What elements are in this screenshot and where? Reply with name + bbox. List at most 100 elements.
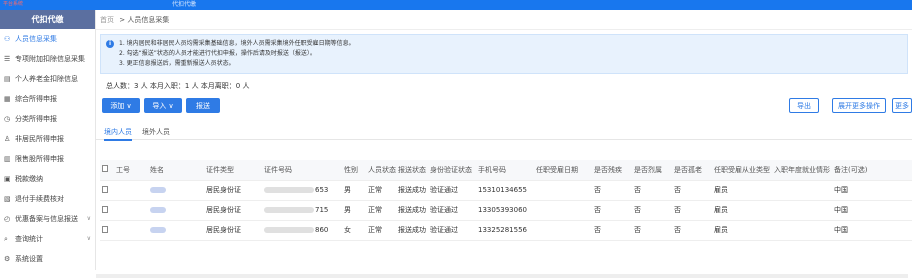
cell-phone: 15310134655 [476, 180, 534, 201]
sidebar-item-personnel[interactable]: ⚇ 人员信息采集 [0, 29, 95, 49]
more-ops-button[interactable]: 展开更多操作 [832, 98, 886, 113]
sidebar-item-comprehensive[interactable]: ▦ 综合所得申报 [0, 89, 95, 109]
cell-name[interactable] [148, 200, 204, 221]
cell-id-number: 653 [262, 180, 342, 201]
cell-employment [772, 220, 832, 241]
cell-disabled: 否 [592, 180, 632, 201]
export-button[interactable]: 导出 [789, 98, 819, 113]
horizontal-scrollbar[interactable] [96, 274, 908, 278]
cell-note: 中国 [832, 220, 912, 241]
person-icon: ⚇ [4, 35, 11, 43]
personnel-table: 工号 姓名 证件类型 证件号码 性别 人员状态 报送状态 身份验证状态 手机号码… [100, 160, 912, 241]
column-header[interactable]: 备注(可选) [832, 160, 912, 181]
cell-type: 雇员 [712, 180, 772, 201]
info-icon: i [106, 40, 114, 48]
list-icon: ☰ [4, 55, 11, 63]
redacted-id [264, 187, 314, 193]
notice-lines: 1. 境内居民和非居民人员均需采集基础信息，境外人员需采集境外任职受雇日期等信息… [119, 39, 355, 69]
table-row[interactable]: 居民身份证 653 男 正常 报送成功 验证通过 15310134655 否 否… [100, 180, 912, 201]
column-header[interactable]: 是否残疾 [592, 160, 632, 181]
row-checkbox[interactable] [100, 220, 114, 241]
sidebar-item-special-deduction[interactable]: ☰ 专项附加扣除信息采集 [0, 49, 95, 69]
cell-state: 正常 [366, 200, 396, 221]
select-all-checkbox[interactable] [100, 160, 114, 181]
cell-report: 报送成功 [396, 220, 428, 241]
cell-name[interactable] [148, 180, 204, 201]
app-logo: 平台系统 [3, 1, 24, 7]
column-header[interactable]: 姓名 [148, 160, 204, 181]
column-header[interactable]: 任职受雇日期 [534, 160, 592, 181]
column-header[interactable]: 人员状态 [366, 160, 396, 181]
top-bar: 平台系统 代扣代缴 [0, 0, 912, 10]
cell-hire-date [534, 180, 592, 201]
cell-id-type: 居民身份证 [204, 220, 262, 241]
cell-disabled: 否 [592, 200, 632, 221]
sidebar-header: 代扣代缴 [0, 10, 95, 29]
column-header[interactable]: 是否孤老 [672, 160, 712, 181]
redacted-name [150, 207, 166, 213]
column-header[interactable]: 入职年度就业情形 [772, 160, 832, 181]
cell-gender: 男 [342, 200, 366, 221]
column-header[interactable]: 手机号码 [476, 160, 534, 181]
sidebar-item-pension[interactable]: ▤ 个人养老金扣除信息 [0, 69, 95, 89]
cell-employee-no [114, 180, 148, 201]
column-header[interactable]: 工号 [114, 160, 148, 181]
column-header[interactable]: 报送状态 [396, 160, 428, 181]
tab-foreign[interactable]: 境外人员 [142, 126, 170, 138]
doc-icon: ▤ [4, 75, 11, 83]
notice-line: 3. 更正信息报送后，需重新报送人员状态。 [119, 60, 235, 67]
cell-gender: 女 [342, 220, 366, 241]
cell-report: 报送成功 [396, 180, 428, 201]
row-checkbox[interactable] [100, 180, 114, 201]
sidebar-item-nonresident[interactable]: ♙ 非居民所得申报 [0, 129, 95, 149]
list2-icon: ▧ [4, 195, 11, 203]
notice-line: 1. 境内居民和非居民人员均需采集基础信息，境外人员需采集境外任职受雇日期等信息… [119, 40, 355, 47]
sidebar-nav: ⚇ 人员信息采集 ☰ 专项附加扣除信息采集 ▤ 个人养老金扣除信息 ▦ 综合所得申报 ◷… [0, 29, 95, 269]
add-button[interactable]: 添加 ∨ [102, 98, 140, 113]
cell-state: 正常 [366, 180, 396, 201]
cell-phone: 13325281556 [476, 220, 534, 241]
cell-name[interactable] [148, 220, 204, 241]
column-header[interactable]: 证件号码 [262, 160, 342, 181]
cell-hire-date [534, 220, 592, 241]
sidebar-item-classified[interactable]: ◷ 分类所得申报 [0, 109, 95, 129]
sidebar-item-settings[interactable]: ⚙ 系统设置 [0, 249, 95, 269]
breadcrumb-separator: > [119, 16, 126, 24]
cell-id-number: 715 [262, 200, 342, 221]
redacted-id [264, 207, 314, 213]
cell-type: 雇员 [712, 220, 772, 241]
column-header[interactable]: 任职受雇从业类型 [712, 160, 772, 181]
main-content: 首页 > 人员信息采集 i 1. 境内居民和非居民人员均需采集基础信息，境外人员… [96, 10, 912, 278]
sidebar-item-restricted-stock[interactable]: ▥ 限售股所得申报 [0, 149, 95, 169]
chevron-down-icon: ∨ [86, 215, 91, 222]
column-header[interactable]: 性别 [342, 160, 366, 181]
table-row[interactable]: 居民身份证 715 男 正常 报送成功 验证通过 13305393060 否 否… [100, 200, 912, 221]
sidebar-item-refund[interactable]: ▧ 退付手续费核对 [0, 189, 95, 209]
form-icon: ▦ [4, 95, 11, 103]
redacted-name [150, 187, 166, 193]
column-header[interactable]: 证件类型 [204, 160, 262, 181]
sidebar-item-query[interactable]: ⌕ 查询统计 ∨ [0, 229, 95, 249]
sidebar-item-preferential[interactable]: ◴ 优惠备案与信息报送 ∨ [0, 209, 95, 229]
breadcrumb-current: 人员信息采集 [127, 16, 170, 24]
cell-disabled: 否 [592, 220, 632, 241]
cell-gender: 男 [342, 180, 366, 201]
tab-domestic[interactable]: 境内人员 [104, 126, 132, 141]
more-button[interactable]: 更多 [892, 98, 912, 113]
report-button[interactable]: 报送 [186, 98, 220, 113]
table-row[interactable]: 居民身份证 860 女 正常 报送成功 验证通过 13325281556 否 否… [100, 220, 912, 241]
tab-bar: 境内人员 境外人员 [96, 124, 912, 141]
column-header[interactable]: 身份验证状态 [428, 160, 476, 181]
redacted-name [150, 227, 166, 233]
cell-alone: 否 [672, 180, 712, 201]
notice-line: 2. 勾选“报送”状态的人员才能进行代扣申报，操作后请及时报送（报送）。 [119, 50, 316, 57]
app-title: 代扣代缴 [172, 1, 197, 8]
row-checkbox[interactable] [100, 200, 114, 221]
file-icon: ▥ [4, 155, 11, 163]
home-link[interactable]: 首页 [100, 16, 114, 24]
import-button[interactable]: 导入 ∨ [144, 98, 182, 113]
cell-employment [772, 180, 832, 201]
cell-employment [772, 200, 832, 221]
sidebar-item-tax-payment[interactable]: ▣ 税款缴纳 [0, 169, 95, 189]
column-header[interactable]: 是否烈属 [632, 160, 672, 181]
